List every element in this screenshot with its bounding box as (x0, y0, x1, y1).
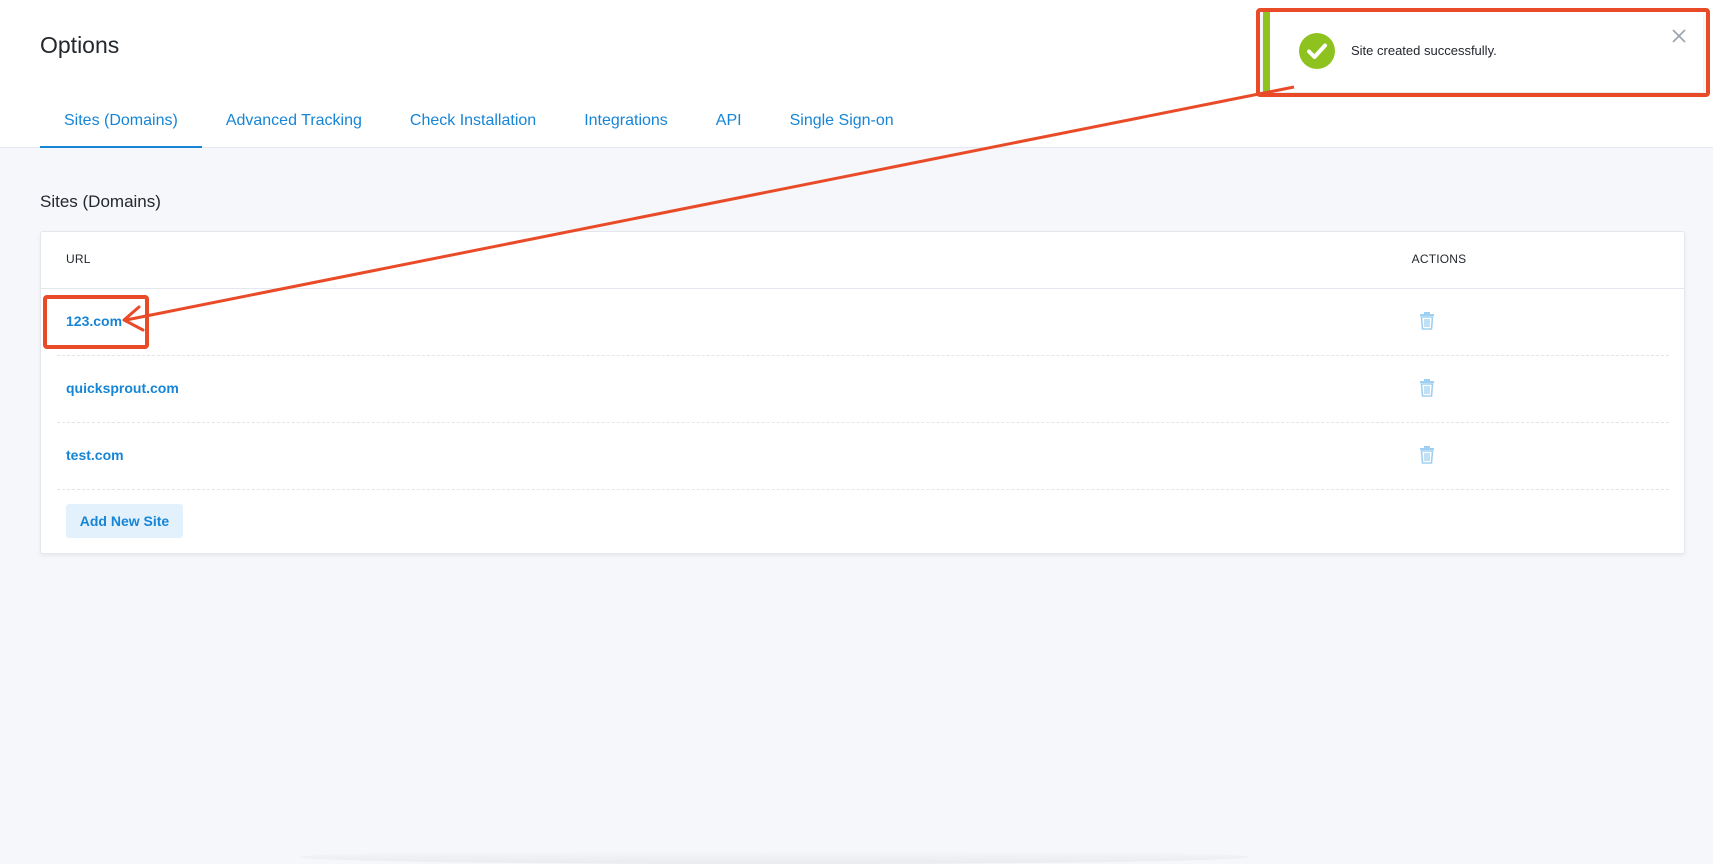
tab-api[interactable]: API (692, 98, 766, 148)
footer-shadow (300, 850, 1250, 864)
table-row: 123.com (57, 289, 1669, 356)
site-link[interactable]: test.com (66, 447, 124, 463)
trash-icon[interactable] (1418, 445, 1436, 465)
add-new-site-button[interactable]: Add New Site (66, 504, 183, 538)
column-header-url: URL (66, 252, 91, 266)
trash-icon[interactable] (1418, 378, 1436, 398)
toast-message: Site created successfully. (1351, 43, 1497, 58)
trash-icon[interactable] (1418, 311, 1436, 331)
tab-check-installation[interactable]: Check Installation (386, 98, 560, 148)
sites-table: URL ACTIONS 123.com quicksprout.com test… (40, 231, 1685, 554)
site-link[interactable]: 123.com (66, 313, 122, 329)
tab-integrations[interactable]: Integrations (560, 98, 692, 148)
column-header-actions: ACTIONS (1411, 252, 1467, 266)
tab-bar: Sites (Domains) Advanced Tracking Check … (40, 98, 918, 148)
table-row: test.com (57, 423, 1669, 490)
site-link[interactable]: quicksprout.com (66, 380, 179, 396)
tab-advanced-tracking[interactable]: Advanced Tracking (202, 98, 386, 148)
checkmark-circle-icon (1299, 33, 1335, 69)
tab-sites-domains[interactable]: Sites (Domains) (40, 98, 202, 148)
table-header: URL ACTIONS (41, 232, 1684, 289)
success-toast: Site created successfully. (1263, 12, 1703, 92)
tab-single-sign-on[interactable]: Single Sign-on (766, 98, 918, 148)
section-title: Sites (Domains) (40, 192, 161, 211)
close-icon[interactable] (1671, 28, 1687, 44)
page-title: Options (40, 32, 120, 58)
table-row: quicksprout.com (57, 356, 1669, 423)
